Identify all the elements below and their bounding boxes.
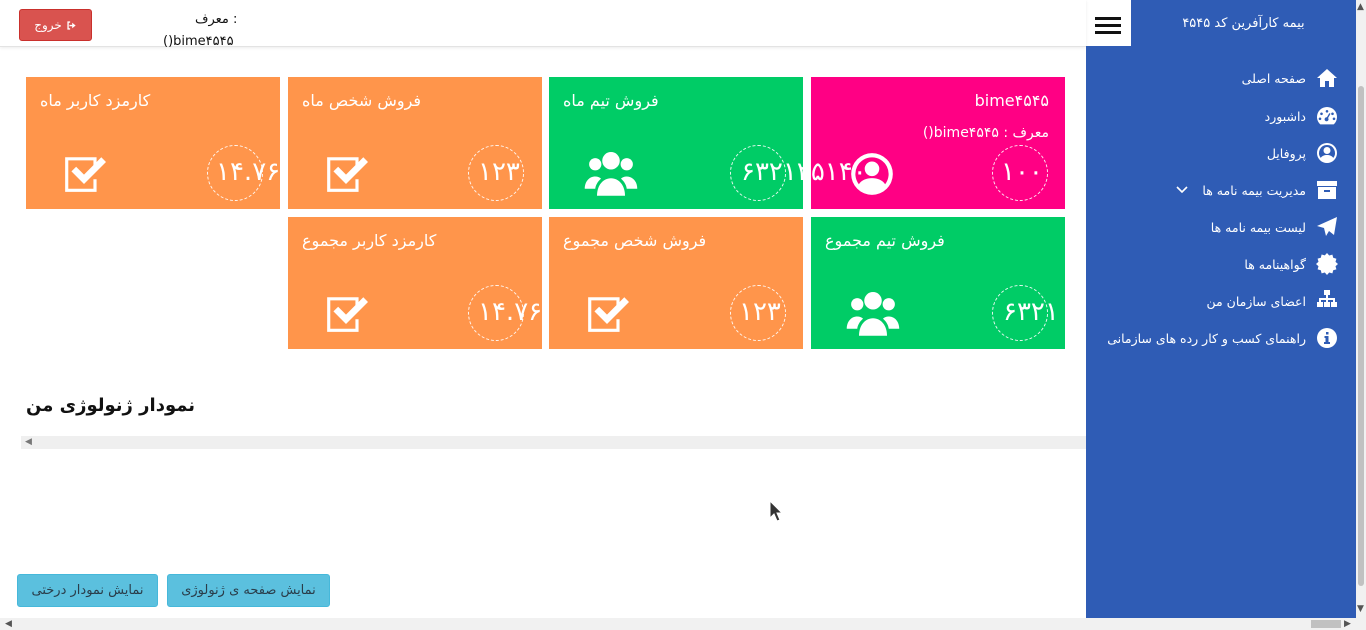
card-value: ۱۴.۷۶ <box>216 157 281 187</box>
sidebar-item-label: مدیریت بیمه نامه ها <box>1202 182 1306 198</box>
sidebar-item-dashboard[interactable]: داشبورد <box>1265 101 1340 131</box>
check-square-icon <box>60 151 108 199</box>
vertical-scrollbar[interactable]: ▲ ▼ <box>1356 0 1366 618</box>
sidebar-item-label: داشبورد <box>1264 108 1306 124</box>
card-title: کارمزد کاربر مجموع <box>302 231 437 250</box>
card-value: ۶۳۲۱۳۵۱۴۰ <box>741 157 867 187</box>
card-value: ۱۰۰ <box>1001 157 1043 187</box>
stat-card-team-sales-total[interactable]: فروش تیم مجموع ۶۳۲۱ <box>811 217 1065 349</box>
check-square-icon <box>322 291 370 339</box>
sign-out-icon <box>67 20 76 30</box>
card-value: ۱۲۳ <box>739 297 781 327</box>
check-square-icon <box>322 151 370 199</box>
sidebar-item-policy-management[interactable]: مدیریت بیمه نامه ها <box>1176 175 1340 205</box>
card-title: فروش تیم ماه <box>563 91 659 110</box>
card-subtitle: معرف : bime۴۵۴۵() <box>922 125 1049 141</box>
show-tree-chart-button[interactable]: نمایش نمودار درختی <box>17 574 158 607</box>
scroll-left-icon[interactable]: ◀ <box>5 619 12 629</box>
card-title: bime۴۵۴۵ <box>974 91 1049 110</box>
stat-card-user[interactable]: bime۴۵۴۵ معرف : bime۴۵۴۵() ۱۰۰ <box>811 77 1065 209</box>
logout-button[interactable]: خروج <box>19 9 92 41</box>
sidebar-item-label: اعضای سازمان من <box>1206 293 1306 309</box>
stat-card-user-commission-total[interactable]: کارمزد کاربر مجموع ۱۴.۷۶ <box>288 217 542 349</box>
sidebar-item-business-guide[interactable]: راهنمای کسب و کار رده های سازمانی <box>1107 323 1340 353</box>
mouse-cursor-icon <box>769 500 783 522</box>
sidebar-item-label: لیست بیمه نامه ها <box>1210 219 1306 235</box>
sidebar-item-certificates[interactable]: گواهینامه ها <box>1244 249 1340 279</box>
home-icon <box>1314 65 1340 91</box>
sidebar-item-label: صفحه اصلی <box>1241 70 1306 86</box>
referrer-value: ()bime۴۵۴۵ <box>163 34 234 49</box>
check-square-icon <box>583 291 631 339</box>
card-title: فروش شخص مجموع <box>563 231 707 250</box>
sidebar: صفحه اصلی داشبورد پروفایل مدیریت بیمه نا… <box>1086 46 1356 630</box>
sidebar-item-label: گواهینامه ها <box>1244 256 1306 272</box>
sitemap-icon <box>1314 288 1340 314</box>
dashboard-icon <box>1314 103 1340 129</box>
stat-card-personal-sales-total[interactable]: فروش شخص مجموع ۱۲۳ <box>549 217 803 349</box>
certificate-icon <box>1314 251 1340 277</box>
genealogy-chart-scrollbar[interactable]: ◀ <box>21 436 1086 449</box>
stat-card-user-commission-month[interactable]: کارمزد کاربر ماه ۱۴.۷۶ <box>26 77 280 209</box>
scrollbar-thumb[interactable] <box>1311 620 1341 628</box>
card-title: کارمزد کاربر ماه <box>40 91 151 110</box>
menu-toggle-button[interactable] <box>1088 10 1128 40</box>
sidebar-item-organization-members[interactable]: اعضای سازمان من <box>1206 286 1340 316</box>
card-value: ۱۲۳ <box>478 157 520 187</box>
stat-card-personal-sales-month[interactable]: فروش شخص ماه ۱۲۳ <box>288 77 542 209</box>
top-bar: خروج معرف : ()bime۴۵۴۵ <box>0 0 1086 49</box>
card-value: ۱۴.۷۶ <box>478 297 543 327</box>
scrollbar-thumb[interactable] <box>1358 86 1364 586</box>
horizontal-scrollbar[interactable]: ◀ ▶ <box>0 618 1366 630</box>
archive-icon <box>1314 177 1340 203</box>
stat-card-team-sales-month[interactable]: فروش تیم ماه ۶۳۲۱۳۵۱۴۰ <box>549 77 866 209</box>
users-icon <box>583 147 639 203</box>
scroll-left-icon[interactable]: ◀ <box>25 437 32 447</box>
scroll-up-icon[interactable]: ▲ <box>1357 2 1364 12</box>
card-value: ۶۳۲۱ <box>1003 297 1059 327</box>
brand-title: بیمه کارآفرین کد ۴۵۴۵ <box>1131 0 1356 46</box>
sidebar-item-home[interactable]: صفحه اصلی <box>1242 63 1340 93</box>
card-title: فروش شخص ماه <box>302 91 422 110</box>
sidebar-item-profile[interactable]: پروفایل <box>1267 138 1340 168</box>
user-circle-icon <box>1314 140 1340 166</box>
chevron-down-icon <box>1176 183 1188 198</box>
show-genealogy-page-button[interactable]: نمایش صفحه ی ژنولوژی <box>167 574 330 607</box>
paper-plane-icon <box>1314 214 1340 240</box>
info-icon <box>1314 325 1340 351</box>
sidebar-item-label: پروفایل <box>1266 145 1306 161</box>
referrer-label: معرف : <box>195 12 238 27</box>
logout-label: خروج <box>34 18 62 32</box>
sidebar-item-label: راهنمای کسب و کار رده های سازمانی <box>1107 330 1306 346</box>
genealogy-title: نمودار ژنولوژی من <box>26 395 196 416</box>
scroll-down-icon[interactable]: ▼ <box>1357 604 1364 614</box>
scroll-right-icon[interactable]: ▶ <box>1344 619 1351 629</box>
card-title: فروش تیم مجموع <box>825 231 945 250</box>
users-icon <box>845 287 901 343</box>
sidebar-item-policy-list[interactable]: لیست بیمه نامه ها <box>1211 212 1340 242</box>
